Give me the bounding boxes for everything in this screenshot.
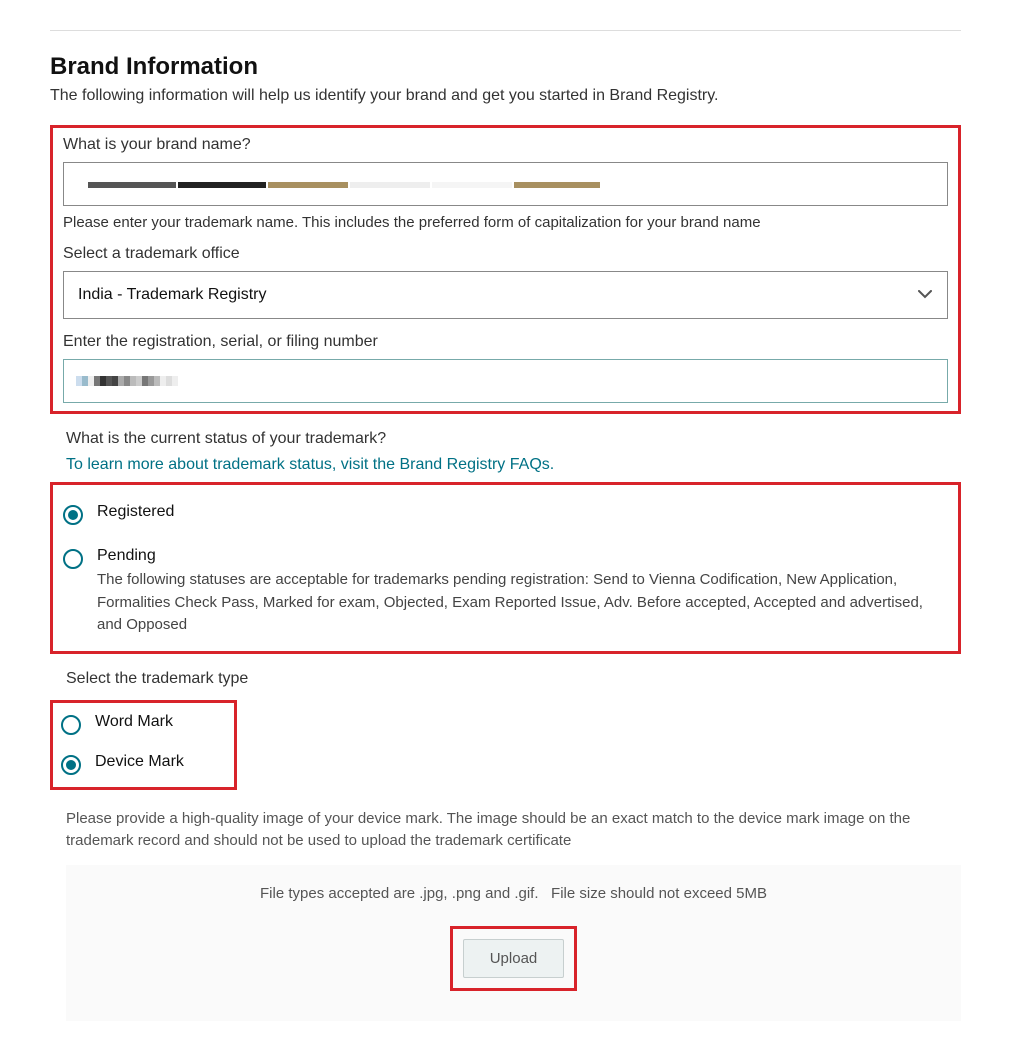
upload-info: File types accepted are .jpg, .png and .… <box>66 885 961 902</box>
registration-number-label: Enter the registration, serial, or filin… <box>63 333 948 351</box>
upload-button[interactable]: Upload <box>463 939 565 978</box>
trademark-office-value: India - Trademark Registry <box>78 286 267 304</box>
upload-panel: File types accepted are .jpg, .png and .… <box>66 865 961 1021</box>
radio-word-mark-label: Word Mark <box>95 713 173 731</box>
brand-name-label: What is your brand name? <box>63 136 948 154</box>
radio-registered[interactable] <box>63 505 83 525</box>
type-highlight: Word Mark Device Mark <box>50 700 237 790</box>
radio-device-mark-label: Device Mark <box>95 753 184 771</box>
brand-name-helper: Please enter your trademark name. This i… <box>63 214 948 231</box>
radio-pending-desc: The following statuses are acceptable fo… <box>97 569 948 637</box>
page-subtitle: The following information will help us i… <box>50 87 961 105</box>
page-title: Brand Information <box>50 53 961 81</box>
registration-number-input[interactable] <box>63 359 948 403</box>
upload-note: Please provide a high-quality image of y… <box>66 808 961 853</box>
trademark-type-label: Select the trademark type <box>66 670 961 688</box>
status-highlight: Registered Pending The following statuse… <box>50 482 961 654</box>
trademark-office-label: Select a trademark office <box>63 245 948 263</box>
brand-name-input[interactable] <box>63 162 948 206</box>
radio-pending-label: Pending <box>97 547 948 565</box>
brand-info-highlight: What is your brand name? Please enter yo… <box>50 125 961 414</box>
radio-device-mark[interactable] <box>61 755 81 775</box>
status-faq-link[interactable]: To learn more about trademark status, vi… <box>66 456 554 473</box>
radio-pending[interactable] <box>63 549 83 569</box>
radio-word-mark[interactable] <box>61 715 81 735</box>
radio-registered-label: Registered <box>97 503 174 521</box>
upload-button-highlight: Upload <box>450 926 578 991</box>
status-label: What is the current status of your trade… <box>66 430 961 448</box>
trademark-office-select[interactable]: India - Trademark Registry <box>63 271 948 319</box>
